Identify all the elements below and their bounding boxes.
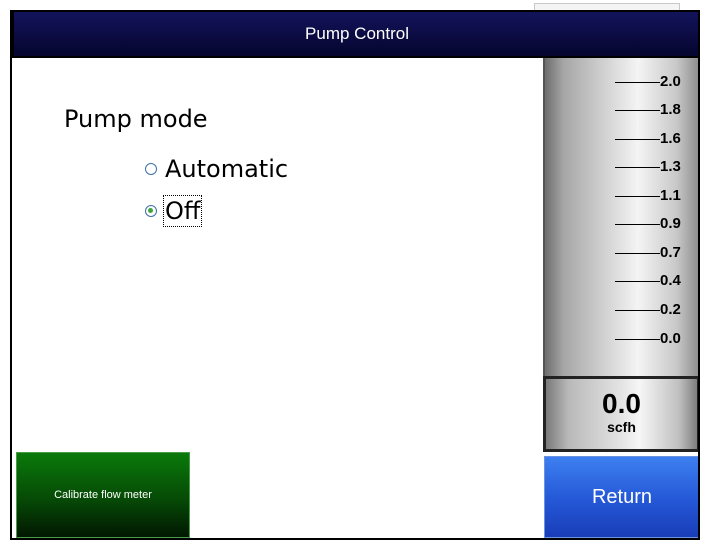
radio-label-off: Off <box>162 195 203 227</box>
gauge-tick: 0.0 <box>615 330 695 347</box>
gauge-tick: 1.1 <box>615 187 695 204</box>
pump-mode-label: Pump mode <box>64 105 208 133</box>
radio-button-automatic[interactable] <box>145 163 157 175</box>
top-strip <box>0 0 712 11</box>
radio-button-off[interactable] <box>145 205 157 217</box>
gauge-tick-label: 1.6 <box>660 130 681 147</box>
gauge-tick-label: 0.9 <box>660 215 681 232</box>
radio-option-automatic[interactable]: Automatic <box>145 155 288 183</box>
gauge-tick: 1.8 <box>615 101 695 118</box>
gauge-tick: 0.9 <box>615 215 695 232</box>
flow-value: 0.0 <box>602 388 641 419</box>
pump-control-window: Pump Control Pump mode Automatic Off 2.0… <box>10 10 700 540</box>
gauge-tick-label: 0.2 <box>660 301 681 318</box>
gauge-tick-label: 2.0 <box>660 73 681 90</box>
gauge-tick-label: 0.4 <box>660 272 681 289</box>
gauge-tick: 1.6 <box>615 130 695 147</box>
radio-label-automatic: Automatic <box>165 155 289 183</box>
gauge-tick: 0.4 <box>615 272 695 289</box>
title-bar: Pump Control <box>12 10 698 58</box>
gauge-tick-label: 1.1 <box>660 187 681 204</box>
gauge-tick: 0.2 <box>615 301 695 318</box>
return-button-label: Return <box>591 485 653 508</box>
flow-gauge: 2.0 1.8 1.6 1.3 1.1 0.9 0.7 0.4 0.2 0.0 <box>543 58 698 376</box>
calibrate-flow-meter-button[interactable]: Calibrate flow meter <box>16 452 190 538</box>
window-title: Pump Control <box>305 24 409 43</box>
radio-option-off[interactable]: Off <box>145 195 203 227</box>
gauge-tick: 0.7 <box>615 244 695 261</box>
gauge-tick: 1.3 <box>615 158 695 175</box>
flow-unit: scfh <box>607 419 636 435</box>
return-button[interactable]: Return <box>544 456 698 538</box>
gauge-tick: 2.0 <box>615 73 695 90</box>
gauge-tick-label: 1.8 <box>660 101 681 118</box>
calibrate-button-label: Calibrate flow meter <box>54 489 152 501</box>
gauge-tick-label: 1.3 <box>660 158 681 175</box>
gauge-tick-label: 0.7 <box>660 244 681 261</box>
gauge-tick-label: 0.0 <box>660 330 681 347</box>
flow-readout: 0.0 scfh <box>543 376 698 452</box>
